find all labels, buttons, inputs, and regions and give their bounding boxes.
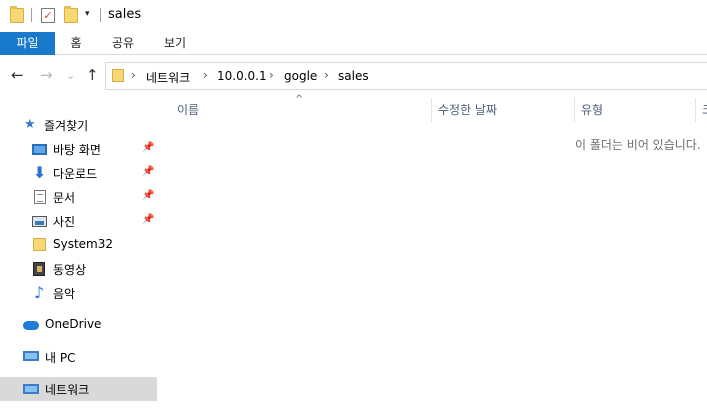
breadcrumb-network[interactable]: 네트워크	[146, 69, 190, 86]
new-folder-icon[interactable]	[64, 6, 78, 23]
nav-quick-access[interactable]: ★ 즐겨찾기	[0, 113, 157, 137]
nav-item-desktop[interactable]: 바탕 화면 📌	[0, 137, 157, 161]
address-bar[interactable]: › 네트워크 › 10.0.0.1 › gogle › sales	[105, 62, 707, 90]
tab-share[interactable]: 공유	[104, 32, 142, 55]
nav-label: 음악	[53, 287, 76, 301]
nav-label: 즐겨찾기	[44, 119, 89, 133]
video-icon	[33, 262, 45, 276]
breadcrumb-chevron[interactable]: ›	[203, 68, 208, 82]
nav-item-network[interactable]: 네트워크	[0, 377, 157, 401]
back-button[interactable]: ←	[11, 67, 24, 83]
up-button[interactable]: ↑	[86, 67, 99, 83]
nav-item-videos[interactable]: 동영상	[0, 257, 157, 281]
tab-view[interactable]: 보기	[156, 32, 194, 55]
download-icon: ⬇	[33, 163, 47, 182]
computer-icon	[23, 351, 39, 361]
nav-item-music[interactable]: ♪ 음악	[0, 281, 157, 305]
column-header-size[interactable]: 크	[702, 98, 707, 122]
nav-label: 바탕 화면	[53, 143, 101, 157]
customize-quick-access-dropdown[interactable]: ▾	[85, 9, 90, 19]
tab-home[interactable]: 홈	[60, 32, 92, 55]
column-divider[interactable]	[695, 98, 696, 122]
nav-label: 다운로드	[53, 167, 98, 181]
ribbon-tabs: 파일 홈 공유 보기	[0, 32, 707, 55]
breadcrumb-share[interactable]: gogle	[284, 69, 317, 83]
nav-label: OneDrive	[45, 317, 102, 331]
folder-icon	[33, 238, 46, 251]
breadcrumb-chevron[interactable]: ›	[269, 68, 274, 82]
music-icon: ♪	[34, 283, 45, 302]
forward-button[interactable]: →	[40, 67, 53, 83]
breadcrumb-chevron[interactable]: ›	[131, 68, 136, 82]
sort-ascending-icon: ^	[295, 94, 304, 105]
nav-label: 동영상	[53, 263, 87, 277]
nav-label: 문서	[53, 191, 76, 205]
network-icon	[23, 384, 39, 394]
cloud-icon	[23, 321, 39, 330]
breadcrumb-current[interactable]: sales	[338, 69, 369, 83]
title-divider	[100, 8, 101, 22]
title-bar: ✓ ▾ sales	[0, 0, 707, 32]
nav-item-pictures[interactable]: 사진 📌	[0, 209, 157, 233]
column-header-name[interactable]: 이름	[177, 98, 199, 122]
nav-label: 네트워크	[45, 383, 90, 397]
column-header-date-modified[interactable]: 수정한 날짜	[438, 98, 497, 122]
folder-icon	[112, 69, 124, 82]
navigation-pane: ★ 즐겨찾기 바탕 화면 📌 ⬇ 다운로드 📌 문서 📌 사진 📌 System…	[0, 96, 157, 413]
window-title: sales	[108, 7, 142, 22]
pin-icon: 📌	[142, 142, 155, 153]
toolbar-divider	[31, 8, 32, 22]
recent-locations-button[interactable]: ⌄	[66, 68, 75, 84]
nav-item-system32[interactable]: System32	[0, 233, 157, 257]
folder-icon[interactable]	[10, 6, 24, 23]
nav-label: 사진	[53, 215, 76, 229]
properties-check-icon[interactable]: ✓	[41, 8, 55, 23]
column-divider[interactable]	[431, 98, 432, 122]
pin-icon: 📌	[142, 190, 155, 201]
address-row: ← → ⌄ ↑ › 네트워크 › 10.0.0.1 › gogle › sale…	[0, 56, 707, 96]
column-header-type[interactable]: 유형	[581, 98, 603, 122]
pin-icon: 📌	[142, 166, 155, 177]
nav-item-onedrive[interactable]: OneDrive	[0, 313, 157, 337]
pin-icon: 📌	[142, 214, 155, 225]
tab-file[interactable]: 파일	[0, 32, 55, 55]
breadcrumb-host[interactable]: 10.0.0.1	[217, 69, 267, 83]
nav-label: System32	[53, 237, 114, 251]
nav-item-documents[interactable]: 문서 📌	[0, 185, 157, 209]
nav-item-downloads[interactable]: ⬇ 다운로드 📌	[0, 161, 157, 185]
breadcrumb-chevron[interactable]: ›	[324, 68, 329, 82]
nav-item-this-pc[interactable]: 내 PC	[0, 345, 157, 369]
document-icon	[34, 190, 46, 204]
column-divider[interactable]	[574, 98, 575, 122]
file-list-pane[interactable]: ^ 이름 수정한 날짜 유형 크 이 폴더는 비어 있습니다.	[157, 94, 707, 413]
desktop-icon	[32, 144, 47, 155]
nav-label: 내 PC	[45, 351, 76, 365]
star-icon: ★	[24, 117, 36, 132]
pictures-icon	[32, 216, 47, 227]
empty-folder-message: 이 폴더는 비어 있습니다.	[575, 138, 701, 152]
